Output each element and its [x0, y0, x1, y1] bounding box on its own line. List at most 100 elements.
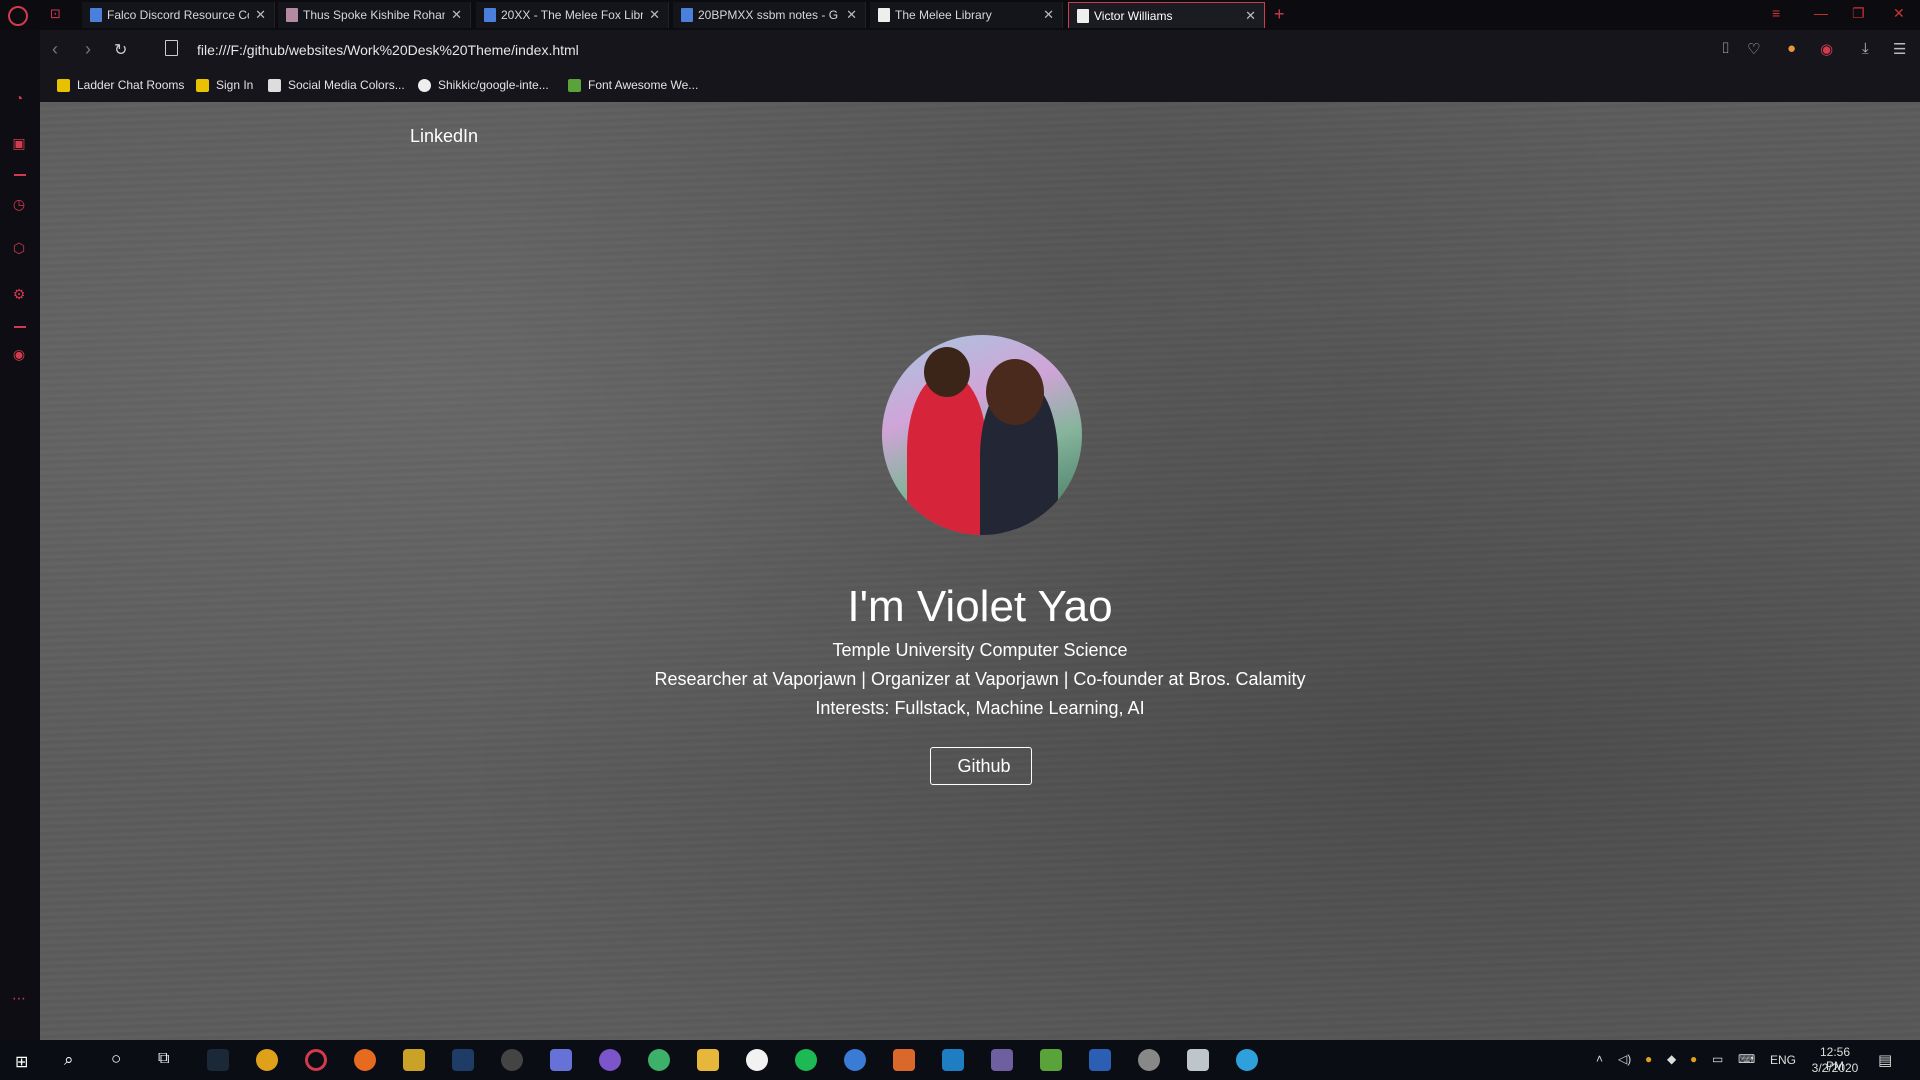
extensions-cube-icon[interactable]: ⬡ [10, 240, 28, 258]
app-icon[interactable] [844, 1049, 866, 1071]
tab-victor-williams[interactable]: Victor Williams ✕ [1068, 2, 1265, 28]
sidebar-toggle-icon[interactable]: ⊡ [50, 6, 61, 22]
nvidia-icon[interactable] [1040, 1049, 1062, 1071]
bookmark-social-media-colors[interactable]: Social Media Colors... [268, 78, 405, 92]
network-icon[interactable]: ▭ [1712, 1052, 1723, 1066]
sidebar-divider [14, 174, 26, 176]
snapshot-icon[interactable]: ⌷ [1721, 40, 1730, 57]
opera-menu-icon[interactable] [8, 6, 28, 26]
close-tab-icon[interactable]: ✕ [1245, 8, 1256, 24]
tab-falco-discord[interactable]: Falco Discord Resource Co ✕ [82, 2, 275, 28]
avatar-figure-left [907, 375, 987, 535]
app-icon[interactable] [1187, 1049, 1209, 1071]
forward-icon[interactable]: › [85, 39, 91, 60]
file-icon [165, 40, 178, 56]
chrome-icon[interactable] [256, 1049, 278, 1071]
font-awesome-icon [568, 78, 581, 92]
app-icon[interactable] [893, 1049, 915, 1071]
league-icon[interactable] [403, 1049, 425, 1071]
itunes-icon[interactable] [746, 1049, 768, 1071]
close-tab-icon[interactable]: ✕ [451, 7, 462, 23]
vscode-icon[interactable] [452, 1049, 474, 1071]
url-field[interactable]: file:///F:/github/websites/Work%20Desk%2… [197, 42, 579, 58]
bookmark-github-shikkic[interactable]: Shikkic/google-inte... [418, 78, 549, 92]
tray-app-icon[interactable]: ● [1645, 1052, 1652, 1066]
task-view-icon[interactable]: ⧉ [158, 1050, 169, 1068]
keyboard-icon[interactable]: ⌨ [1738, 1052, 1755, 1066]
tray-chrome-icon[interactable]: ● [1690, 1052, 1697, 1066]
heart-icon[interactable]: ♡ [1747, 40, 1760, 58]
telegram-icon[interactable] [1236, 1049, 1258, 1071]
close-tab-icon[interactable]: ✕ [846, 7, 857, 23]
profile-avatar [882, 335, 1082, 535]
more-icon[interactable]: ⋯ [10, 990, 28, 1008]
tab-ssbm-notes[interactable]: 20BPMXX ssbm notes - G ✕ [673, 2, 866, 28]
tab-melee-library[interactable]: The Melee Library ✕ [870, 2, 1063, 28]
language-indicator[interactable]: ENG [1770, 1053, 1796, 1067]
reload-icon[interactable]: ↻ [114, 40, 127, 60]
close-tab-icon[interactable]: ✕ [1043, 7, 1054, 23]
word-icon[interactable] [1089, 1049, 1111, 1071]
easy-setup-icon[interactable]: ☰ [1893, 40, 1906, 58]
close-tab-icon[interactable]: ✕ [649, 7, 660, 23]
obs-icon[interactable] [501, 1049, 523, 1071]
avatar-head-left [924, 347, 970, 397]
cortana-icon[interactable]: ○ [111, 1049, 121, 1069]
ublock-sidebar-icon[interactable]: ◉ [10, 346, 28, 364]
firefox-icon[interactable] [354, 1049, 376, 1071]
download-icon[interactable]: ⤓ [1862, 40, 1869, 57]
page-icon [878, 8, 890, 22]
steam-icon[interactable] [207, 1049, 229, 1071]
avatar-head-right [986, 359, 1044, 425]
back-icon[interactable]: ‹ [52, 39, 58, 60]
spotify-icon[interactable] [795, 1049, 817, 1071]
extension-icon[interactable]: ● [1787, 40, 1796, 57]
app-icon[interactable] [648, 1049, 670, 1071]
github-button[interactable]: Github [930, 747, 1032, 785]
opera-icon[interactable] [305, 1049, 327, 1071]
app-icon[interactable] [1138, 1049, 1160, 1071]
tab-kishibe-rohan[interactable]: Thus Spoke Kishibe Rohan ✕ [278, 2, 471, 28]
restore-icon[interactable]: ❐ [1852, 5, 1865, 22]
bookmark-font-awesome[interactable]: Font Awesome We... [568, 78, 698, 92]
tray-discord-icon[interactable]: ◆ [1667, 1052, 1676, 1066]
ublock-icon[interactable]: ◉ [1820, 40, 1833, 58]
app-icon[interactable] [991, 1049, 1013, 1071]
app-icon[interactable] [942, 1049, 964, 1071]
windows-start-icon[interactable]: ⊞ [15, 1052, 28, 1072]
hero-name: I'm Violet Yao [847, 582, 1113, 631]
sidebar-divider [14, 326, 26, 328]
new-tab-plus-icon[interactable]: + [1274, 4, 1285, 25]
minimize-icon[interactable]: — [1814, 5, 1828, 21]
ladder-icon [196, 78, 209, 92]
file-explorer-icon[interactable] [697, 1049, 719, 1071]
speed-dial-icon[interactable]: ◔ [10, 90, 28, 108]
docs-icon [484, 8, 496, 22]
tab-melee-fox-library[interactable]: 20XX - The Melee Fox Libra ✕ [476, 2, 669, 28]
volume-icon[interactable]: ◁) [1618, 1052, 1631, 1066]
interests-text: Interests: Fullstack, Machine Learning, … [815, 698, 1145, 718]
twitch-icon[interactable]: ▣ [10, 135, 28, 153]
discord-icon[interactable] [550, 1049, 572, 1071]
settings-icon[interactable]: ⚙ [10, 286, 28, 304]
bookmark-ladder-chat[interactable]: Ladder Chat Rooms [57, 78, 184, 92]
action-center-icon[interactable]: ▤ [1878, 1051, 1892, 1069]
tab-strip: ⊡ Falco Discord Resource Co ✕ Thus Spoke … [0, 0, 1920, 30]
linkedin-link[interactable]: LinkedIn [410, 126, 478, 147]
tray-chevron-icon[interactable]: ˄ [1596, 1052, 1603, 1066]
history-icon[interactable]: ◷ [10, 196, 28, 214]
address-bar: ‹ › ↻ file:///F:/github/websites/Work%20… [0, 30, 1920, 70]
roles-text: Researcher at Vaporjawn | Organizer at V… [654, 669, 1306, 689]
tab-menu-icon[interactable]: ≡ [1772, 5, 1780, 21]
bookmark-sign-in[interactable]: Sign In [196, 78, 253, 92]
app-icon[interactable] [599, 1049, 621, 1071]
ladder-icon [57, 78, 70, 92]
search-icon[interactable]: ⌕ [64, 1050, 74, 1070]
clock-date[interactable]: 3/2/2020 [1810, 1061, 1860, 1075]
school-text: Temple University Computer Science [832, 640, 1128, 660]
opera-sidebar: ◔ ▣ ◷ ⬡ ⚙ ◉ ⋯ [0, 30, 40, 1040]
close-window-icon[interactable]: ✕ [1893, 5, 1905, 22]
bookmarks-bar: Ladder Chat Rooms Sign In Social Media C… [0, 70, 1920, 102]
page-icon [1077, 8, 1089, 23]
close-tab-icon[interactable]: ✕ [255, 7, 266, 23]
